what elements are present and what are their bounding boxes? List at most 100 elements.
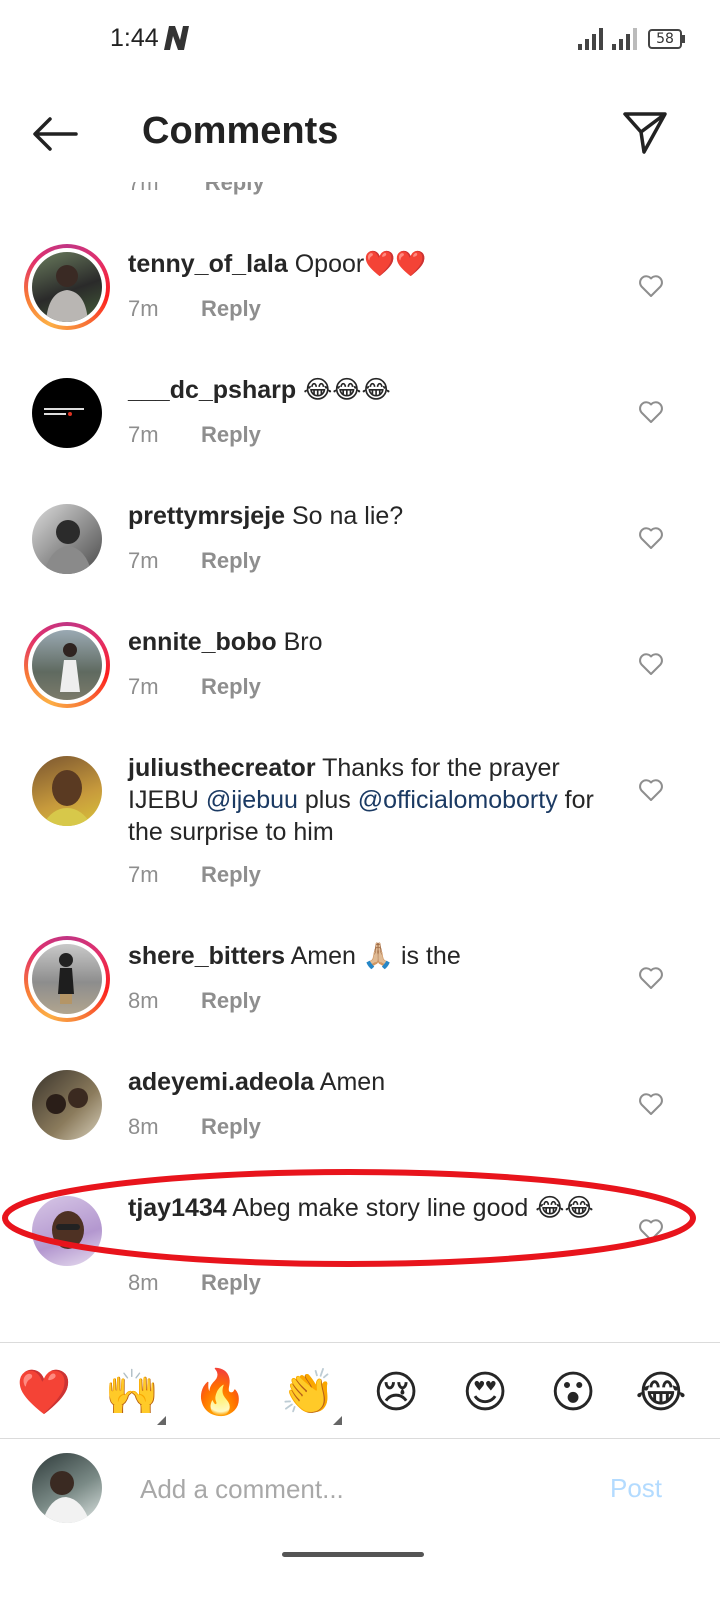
reply-link[interactable]: Reply [201,988,261,1014]
comment-text: ___dc_psharp 😂😂😂 [128,374,618,406]
heart-outline-icon[interactable] [638,966,664,990]
mention-link[interactable]: @officialomoborty [358,786,558,814]
comment-time: 8m [128,988,159,1013]
avatar[interactable] [24,496,110,582]
heart-outline-icon[interactable] [638,400,664,424]
comment-username[interactable]: prettymrsjeje [128,502,285,530]
avatar-image [32,1070,102,1140]
comment-time: 7m [128,296,159,321]
comment-time: 7m [128,182,159,195]
avatar[interactable] [24,622,110,708]
comment-emoji: 😂😂 [535,1194,594,1222]
comment-meta: 7m Reply [128,296,261,322]
heart-outline-icon[interactable] [638,526,664,550]
page-title: Comments [142,110,339,152]
comment-time: 7m [128,548,159,573]
comment-text: prettymrsjeje So na lie? [128,500,618,532]
reaction-glyph: 👏 [280,1367,336,1418]
header: Comments [0,90,720,180]
reply-link[interactable]: Reply [201,1270,261,1296]
heart-outline-icon[interactable] [638,1092,664,1116]
avatar[interactable] [24,936,110,1022]
heart-outline-icon[interactable] [638,274,664,298]
comment-composer: Post [0,1438,720,1548]
comment-time: 7m [128,422,159,447]
comment-username[interactable]: ___dc_psharp [128,376,296,404]
mention-link[interactable]: @ijebuu [206,786,298,814]
comment-emoji: 🙏🏼 [362,942,395,970]
heart-outline-icon[interactable] [638,1218,664,1242]
comment-username[interactable]: shere_bitters [128,942,285,970]
reaction-glyph: 🙌 [104,1367,160,1418]
reaction-heart-eyes[interactable]: 😍 [455,1365,515,1421]
avatar[interactable] [24,1062,110,1148]
reply-link[interactable]: Reply [201,422,261,448]
skin-tone-indicator [333,1416,342,1425]
send-icon[interactable] [622,110,668,156]
battery-level: 58 [656,31,674,47]
avatar-image [32,504,102,574]
previous-comment-meta: 7m Reply [128,182,265,196]
comment-username[interactable]: ennite_bobo [128,628,277,656]
quick-reactions-bar: ❤️ 🙌 🔥 👏 😢 😍 😮 😂 [0,1342,720,1438]
reply-link[interactable]: Reply [201,1114,261,1140]
comment-input[interactable] [140,1469,570,1509]
comment-message: Bro [283,628,323,656]
status-bar: 1:44 58 [0,0,720,80]
comment-text: ennite_bobo Bro [128,626,618,658]
reply-link[interactable]: Reply [201,674,261,700]
avatar-image [32,1196,102,1266]
comment-text: shere_bitters Amen 🙏🏼 is the [128,940,618,972]
comment-meta: 8m Reply [128,1114,261,1140]
comment-message: plus [304,786,351,814]
reaction-fire[interactable]: 🔥 [190,1365,250,1421]
avatar-image [32,756,102,826]
reaction-raised-hands[interactable]: 🙌 [102,1365,166,1425]
reaction-clap[interactable]: 👏 [278,1365,342,1425]
comment-meta: 7m Reply [128,422,261,448]
comment-message: So na lie? [291,502,404,530]
comment-text: tjay1434 Abeg make story line good 😂😂 [128,1192,618,1224]
avatar-image [32,252,102,322]
reply-link[interactable]: Reply [205,182,265,195]
post-button[interactable]: Post [610,1473,662,1504]
comment-message: Amen [290,942,356,970]
comment-username[interactable]: tjay1434 [128,1194,227,1222]
comment-username[interactable]: tenny_of_lala [128,250,288,278]
comment-meta: 8m Reply [128,1270,261,1296]
heart-outline-icon[interactable] [638,778,664,802]
back-arrow-icon[interactable] [30,114,80,154]
comment-meta: 7m Reply [128,548,261,574]
avatar[interactable] [24,1188,110,1274]
signal-icon [578,28,603,50]
comment-text: adeyemi.adeola Amen [128,1066,618,1098]
battery-icon: 58 [648,29,686,49]
comment-list[interactable]: 7m Reply tenny_of_lala Opoor❤️❤️ 7m Repl… [0,182,720,1342]
reaction-heart[interactable]: ❤️ [14,1365,74,1421]
heart-outline-icon[interactable] [638,652,664,676]
comment-meta: 7m Reply [128,674,261,700]
comment-text: juliusthecreator Thanks for the prayer I… [128,752,618,848]
reaction-laughing[interactable]: 😂 [631,1365,691,1421]
avatar[interactable] [24,244,110,330]
reaction-crying[interactable]: 😢 [366,1365,426,1421]
status-time: 1:44 [110,24,159,52]
avatar-image [32,944,102,1014]
current-user-avatar [32,1453,102,1523]
reply-link[interactable]: Reply [201,862,261,888]
avatar[interactable] [24,370,110,456]
home-indicator [282,1552,424,1557]
reply-link[interactable]: Reply [201,296,261,322]
reply-link[interactable]: Reply [201,548,261,574]
comment-username[interactable]: adeyemi.adeola [128,1068,314,1096]
skin-tone-indicator [157,1416,166,1425]
comment-time: 7m [128,862,159,887]
n-icon [164,26,189,50]
avatar[interactable] [24,748,110,834]
comment-meta: 7m Reply [128,862,261,888]
comment-username[interactable]: juliusthecreator [128,754,316,782]
comment-message: Amen [319,1068,386,1096]
comment-time: 7m [128,674,159,699]
comment-message: is the [400,942,461,970]
reaction-surprised[interactable]: 😮 [543,1365,603,1421]
